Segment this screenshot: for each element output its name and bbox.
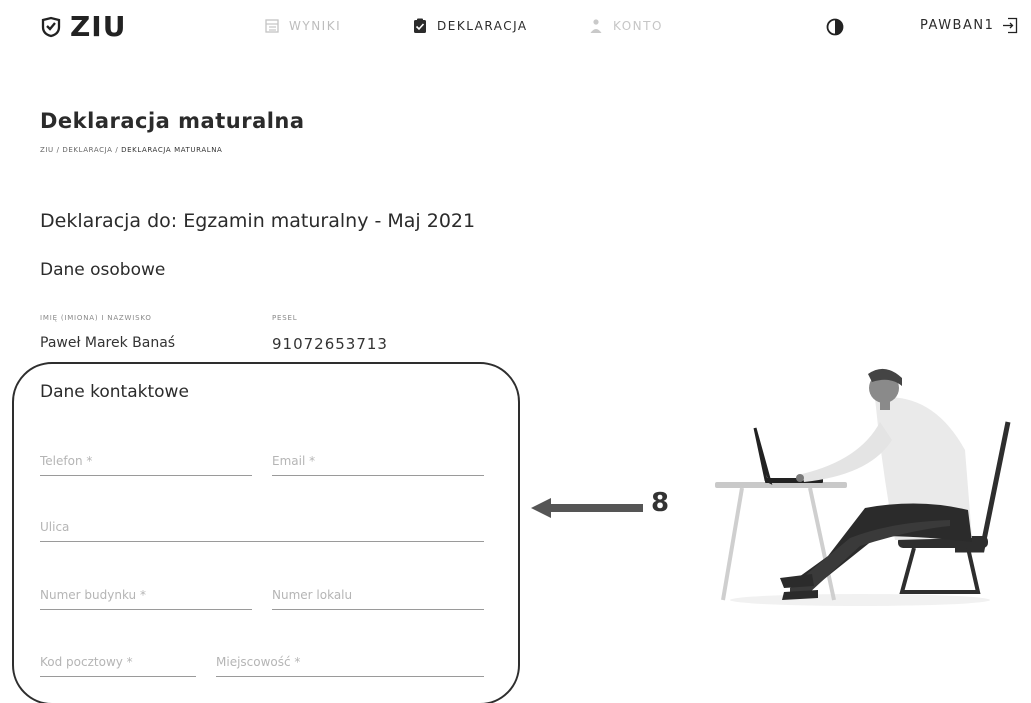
- section-personal-heading: Dane osobowe: [40, 260, 166, 280]
- app-logo[interactable]: ZIU: [40, 10, 126, 43]
- nav-account-label: KONTO: [613, 19, 663, 33]
- email-input[interactable]: [272, 446, 484, 475]
- contrast-icon: [826, 18, 844, 36]
- building-number-input[interactable]: [40, 580, 252, 609]
- annotation-arrow-icon: [531, 498, 643, 518]
- section-contact-heading: Dane kontaktowe: [40, 382, 189, 402]
- logout-icon[interactable]: [1002, 17, 1019, 34]
- breadcrumb-path[interactable]: ZIU / DEKLARACJA /: [40, 146, 121, 154]
- nav-declaration[interactable]: DEKLARACJA: [412, 18, 528, 34]
- declaration-icon: [414, 18, 426, 33]
- annotation-number: 8: [651, 488, 670, 518]
- phone-input[interactable]: [40, 446, 252, 475]
- nav-results-label: WYNIKI: [289, 19, 342, 33]
- user-menu[interactable]: PAWBAN1: [920, 17, 1019, 34]
- theme-toggle[interactable]: [826, 18, 844, 40]
- person-at-laptop-illustration: [715, 368, 1011, 606]
- pesel-label: PESEL: [272, 314, 298, 322]
- building-number-field: [40, 580, 252, 610]
- results-icon: [265, 19, 279, 33]
- postal-code-input[interactable]: [40, 647, 196, 676]
- breadcrumb: ZIU / DEKLARACJA / DEKLARACJA MATURALNA: [40, 146, 222, 154]
- username: PAWBAN1: [920, 18, 995, 33]
- apartment-number-field: [272, 580, 484, 610]
- breadcrumb-current: DEKLARACJA MATURALNA: [121, 146, 223, 154]
- nav-declaration-label: DEKLARACJA: [437, 19, 528, 33]
- phone-field: [40, 446, 252, 476]
- page-title: Deklaracja maturalna: [40, 109, 305, 133]
- account-icon: [590, 19, 602, 33]
- nav-account[interactable]: KONTO: [588, 18, 663, 34]
- nav-results[interactable]: WYNIKI: [264, 18, 341, 34]
- declaration-for: Deklaracja do: Egzamin maturalny - Maj 2…: [40, 210, 476, 232]
- city-field: [216, 647, 484, 677]
- pesel-value: 91072653713: [272, 335, 388, 353]
- name-value: Paweł Marek Banaś: [40, 335, 176, 351]
- city-input[interactable]: [216, 647, 484, 676]
- brand-name: ZIU: [70, 10, 127, 43]
- email-field: [272, 446, 484, 476]
- street-field: [40, 512, 484, 542]
- apartment-number-input[interactable]: [272, 580, 484, 609]
- street-input[interactable]: [40, 512, 484, 541]
- name-label: IMIĘ (IMIONA) I NAZWISKO: [40, 314, 152, 322]
- shield-check-icon: [41, 16, 61, 37]
- postal-code-field: [40, 647, 196, 677]
